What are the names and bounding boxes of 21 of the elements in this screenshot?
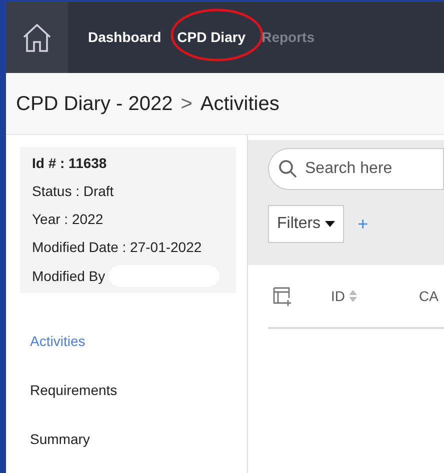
sidebar-item[interactable]: Requirements xyxy=(30,380,247,401)
home-button[interactable] xyxy=(6,2,68,73)
filters-button[interactable]: Filters xyxy=(268,205,344,243)
nav-link[interactable]: Dashboard xyxy=(88,28,162,44)
home-icon xyxy=(22,22,52,54)
column-header[interactable]: ID xyxy=(331,286,345,306)
search-icon xyxy=(278,159,298,179)
breadcrumb-link[interactable]: CPD Diary - 2022 xyxy=(16,88,173,118)
info-text: Id # : 11638 xyxy=(32,154,107,173)
sidebar-item[interactable]: Summary xyxy=(30,429,247,450)
sidebar-item[interactable]: Activities xyxy=(30,331,247,352)
info-text: Status : Draft xyxy=(32,182,114,201)
info-text: Year : 2022 xyxy=(32,210,104,229)
info-text: Modified Date : 27-01-2022 xyxy=(32,238,202,257)
search-field[interactable]: Search here xyxy=(268,148,444,190)
breadcrumb-current: Activities xyxy=(200,92,280,116)
caret-icon xyxy=(324,221,335,227)
column-header[interactable]: CA xyxy=(419,286,438,306)
info-text: Modified By xyxy=(32,266,106,286)
breadcrumb-separator: > xyxy=(180,92,192,116)
column-settings-icon[interactable] xyxy=(273,286,293,306)
